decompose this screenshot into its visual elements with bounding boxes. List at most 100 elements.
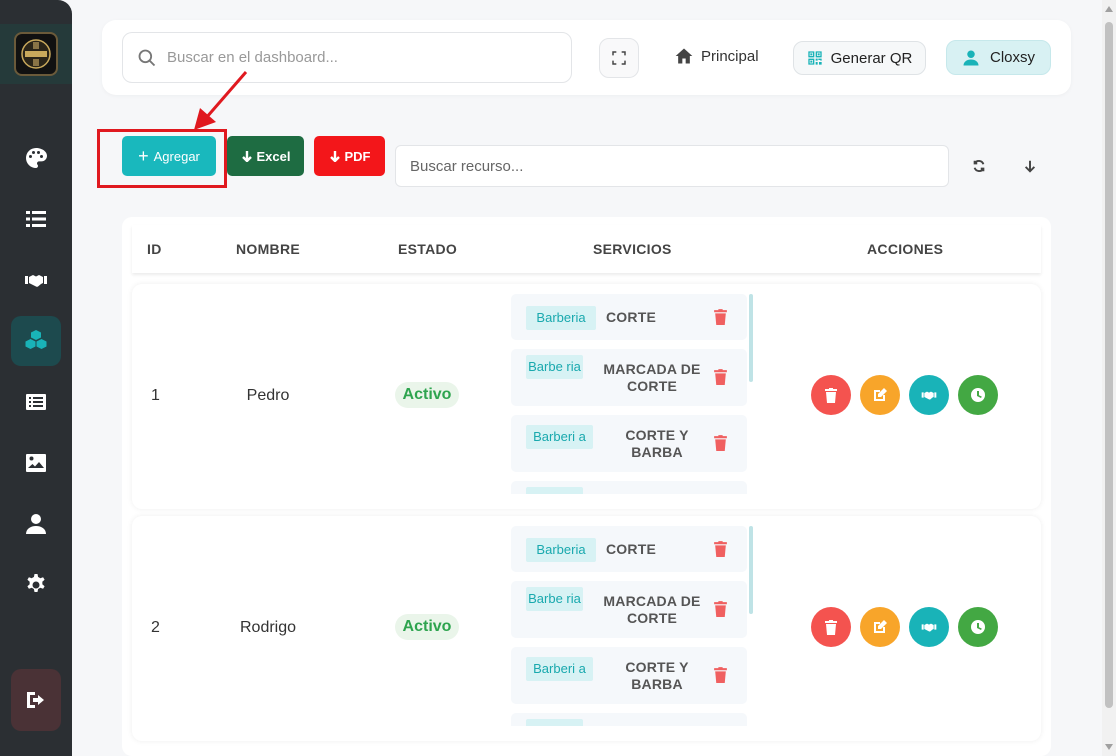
fullscreen-icon [612,51,626,65]
service-name: CORTE Y BARBA [625,427,689,460]
arrow-down-icon [1024,160,1036,173]
export-pdf-label: PDF [344,148,371,164]
scroll-up-arrow[interactable] [1105,6,1113,12]
service-item: Barbe ria MARCADA DE CORTE [511,581,747,638]
sidebar-item-reports[interactable] [11,377,61,427]
delete-button[interactable] [811,375,851,415]
header-actions: ACCIONES [867,241,944,257]
status-badge: Activo [395,382,459,408]
cubes-icon [25,330,47,349]
trash-icon [714,369,727,385]
refresh-button[interactable] [969,156,989,176]
scroll-down-arrow[interactable] [1105,744,1113,750]
clock-icon [971,388,985,402]
user-icon [963,50,979,65]
delete-service-button[interactable] [713,368,729,386]
trash-icon [714,601,727,617]
sidebar-item-dashboard[interactable] [11,133,61,183]
service-tag: Barberi a [526,425,593,449]
barbershop-logo-icon [21,39,51,69]
edit-icon [874,620,887,633]
header-status: ESTADO [398,241,458,257]
trash-icon [714,435,727,451]
row-id: 1 [151,387,160,404]
service-tag [526,487,583,494]
service-name: CORTE Y BARBA [625,659,689,692]
logout-icon [27,692,44,708]
services-scroll-thumb[interactable] [749,294,753,382]
scroll-thumb[interactable] [1105,22,1113,708]
assign-button[interactable] [909,375,949,415]
header-name: NOMBRE [236,241,301,257]
assign-button[interactable] [909,607,949,647]
fullscreen-button[interactable] [599,38,639,78]
list-icon [26,211,46,227]
service-name: MARCADA DE CORTE [603,593,701,626]
header-id: ID [147,241,162,257]
services-list: Barberia CORTE Barbe ria MARCADA DE CORT… [511,294,753,494]
dashboard-search-input[interactable] [167,49,547,66]
user-menu-button[interactable]: Cloxsy [946,40,1051,75]
services-list: Barberia CORTE Barbe ria MARCADA DE CORT… [511,526,753,726]
export-excel-label: Excel [256,148,291,164]
schedule-button[interactable] [958,607,998,647]
handshake-icon [25,275,47,287]
service-tag: Barbe ria [526,587,583,611]
services-scrollbar[interactable] [749,526,753,726]
service-tag: Barbe ria [526,355,583,379]
home-link-label: Principal [701,47,759,65]
trash-icon [714,667,727,683]
delete-service-button[interactable] [713,308,729,326]
sidebar-item-deals[interactable] [11,255,61,305]
service-item: Barbe ria MARCADA DE CORTE [511,349,747,406]
service-tag [526,719,583,726]
page-scrollbar[interactable] [1102,0,1116,756]
service-tag: Barberia [526,538,596,562]
export-pdf-button[interactable]: PDF [314,136,385,176]
trash-icon [825,620,837,635]
edit-button[interactable] [860,607,900,647]
image-icon [26,454,46,472]
gear-icon [27,574,45,592]
refresh-icon [973,159,985,173]
sidebar-item-list[interactable] [11,194,61,244]
delete-button[interactable] [811,607,851,647]
sort-down-button[interactable] [1020,156,1040,176]
service-name: MARCADA DE CORTE [603,361,701,394]
delete-service-button[interactable] [713,666,729,684]
sidebar-item-gallery[interactable] [11,438,61,488]
service-name: CORTE [606,541,656,557]
delete-service-button[interactable] [713,600,729,618]
export-excel-button[interactable]: Excel [227,136,304,176]
delete-service-button[interactable] [713,434,729,452]
palette-icon [26,148,47,168]
sidebar-item-users[interactable] [11,499,61,549]
sidebar-item-settings[interactable] [11,560,61,610]
logout-button[interactable] [11,669,61,731]
home-icon [675,48,693,64]
logo-container [0,24,72,84]
edit-icon [874,388,887,401]
home-link[interactable]: Principal [674,46,759,66]
schedule-button[interactable] [958,375,998,415]
list-alt-icon [26,394,46,410]
clock-icon [971,620,985,634]
arrow-down-icon [329,151,340,162]
user-name: Cloxsy [989,49,1035,66]
sidebar-item-resources[interactable] [11,316,61,366]
barbershop-logo[interactable] [14,32,58,76]
resource-search-input[interactable] [395,145,949,187]
sidebar [0,0,72,756]
row-name: Pedro [246,387,290,404]
services-scrollbar[interactable] [749,294,753,494]
edit-button[interactable] [860,375,900,415]
service-item: Barberia CORTE [511,294,747,340]
service-item: Barberi a CORTE Y BARBA [511,415,747,472]
header-services: SERVICIOS [593,241,672,257]
services-scroll-thumb[interactable] [749,526,753,614]
service-tag: Barberi a [526,657,593,681]
service-item: Barberia CORTE [511,526,747,572]
trash-icon [714,541,727,557]
generate-qr-button[interactable]: Generar QR [793,41,926,75]
delete-service-button[interactable] [713,540,729,558]
